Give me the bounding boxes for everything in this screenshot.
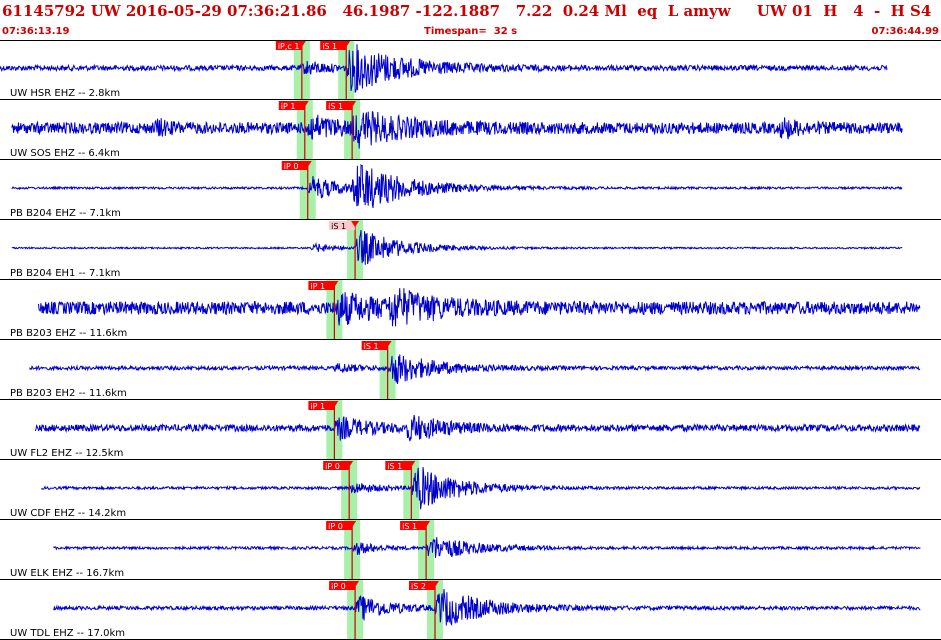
waveform-trace — [11, 111, 903, 149]
pick-label: iP 1 — [281, 102, 296, 111]
pick-label: iS 1 — [331, 222, 346, 231]
station-label: PB B203 EH2 -- 11.6km — [10, 388, 127, 399]
waveform-trace — [11, 230, 903, 265]
waveform-trace — [35, 414, 921, 442]
waveform-trace — [53, 589, 921, 627]
station-label: UW HSR EHZ -- 2.8km — [10, 88, 120, 99]
event-summary-header: 61145792 UW 2016-05-29 07:36:21.86 46.19… — [2, 2, 941, 20]
pick-label: iP 0 — [328, 522, 343, 531]
timespan-label: Timespan= 32 s — [424, 26, 518, 37]
pick-label: iS 1 — [328, 102, 343, 111]
station-label: UW TDL EHZ -- 17.0km — [10, 628, 125, 639]
pick-label: iP 1 — [310, 282, 325, 291]
waveform-trace — [29, 354, 921, 384]
pick-label: iS 1 — [402, 522, 417, 531]
station-label: PB B204 EH1 -- 7.1km — [10, 268, 120, 279]
pick-label: iP,c 1 — [278, 42, 300, 51]
waveform-trace — [53, 537, 921, 558]
end-time-label: 07:36:44.99 — [871, 26, 939, 37]
pick-label: iP 0 — [325, 462, 340, 471]
station-label: UW ELK EHZ -- 16.7km — [10, 568, 124, 579]
station-label: UW FL2 EHZ -- 12.5km — [10, 448, 123, 459]
station-label: PB B204 EHZ -- 7.1km — [10, 208, 121, 219]
pick-label: iS 1 — [322, 42, 337, 51]
waveform-trace — [38, 288, 921, 327]
pick-label: iS 1 — [387, 462, 402, 471]
waveform-trace — [41, 466, 921, 510]
station-label: UW CDF EHZ -- 14.2km — [10, 508, 126, 519]
waveform-panel[interactable]: iP,c 1 iS 1 UW HSR EHZ -- 2.8km iP 1 iS 1 UW … — [0, 40, 941, 640]
pick-label: iS 1 — [364, 342, 379, 351]
seismogram-viewer: 61145792 UW 2016-05-29 07:36:21.86 46.19… — [0, 0, 941, 640]
pick-label: iS 2 — [411, 582, 426, 591]
waveform-trace — [11, 163, 903, 208]
waveform-trace — [0, 44, 888, 93]
start-time-label: 07:36:13.19 — [2, 26, 70, 37]
pick-label: iP 0 — [331, 582, 346, 591]
station-label: PB B203 EHZ -- 11.6km — [10, 328, 127, 339]
station-label: UW SOS EHZ -- 6.4km — [10, 148, 120, 159]
pick-label: iP 1 — [310, 402, 325, 411]
pick-label: iP 0 — [284, 162, 299, 171]
